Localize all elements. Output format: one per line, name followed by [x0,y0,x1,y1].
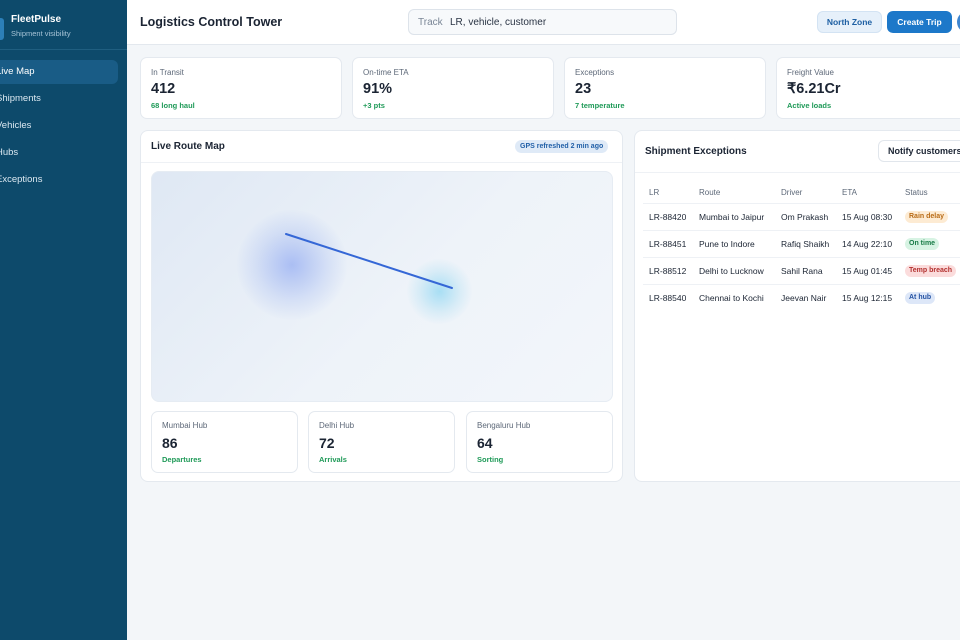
gps-status-badge: GPS refreshed 2 min ago [515,140,609,153]
app-name: FleetPulse [11,14,62,25]
kpi-value: 412 [151,81,176,97]
sidebar-item-shipments[interactable]: Shipments [0,87,118,111]
notify-customers-button[interactable]: Notify customers [878,140,960,162]
cell-driver: Jeevan Nair [781,293,827,303]
cell-route: Delhi to Lucknow [699,266,764,276]
hub-label: Mumbai Hub [162,421,208,430]
column-header-driver[interactable]: Driver [781,188,802,197]
cell-route: Pune to Indore [699,239,755,249]
cell-route: Chennai to Kochi [699,293,764,303]
map-card-title: Live Route Map [151,141,225,152]
route-line[interactable] [285,233,453,289]
table-row[interactable]: LR-88420 Mumbai to Jaipur Om Prakash 15 … [643,203,960,230]
cell-eta: 15 Aug 08:30 [842,212,893,222]
route-overlay [285,233,453,289]
status-badge: At hub [905,292,936,304]
kpi-value: 91% [363,81,393,97]
cell-lr: LR-88512 [649,266,687,276]
kpi-subtext: 7 temperature [575,101,625,110]
cell-route: Mumbai to Jaipur [699,212,765,222]
hub-value: 72 [319,435,335,451]
top-bar: Logistics Control Tower Track North Zone… [127,0,960,45]
hub-card-mumbai[interactable]: Mumbai Hub 86 Departures [151,411,298,473]
hub-subtext: Departures [162,455,202,464]
app-subtitle: Shipment visibility [11,29,71,38]
table-row[interactable]: LR-88512 Delhi to Lucknow Sahil Rana 15 … [643,257,960,284]
cell-driver: Sahil Rana [781,266,823,276]
zone-selector-button[interactable]: North Zone [817,11,882,33]
kpi-card-in-transit: In Transit 412 68 long haul [140,57,342,119]
live-route-map-card: Live Route Map GPS refreshed 2 min ago M… [140,130,623,482]
hub-subtext: Sorting [477,455,504,464]
cell-eta: 15 Aug 01:45 [842,266,893,276]
status-badge: On time [905,238,940,250]
card-divider [141,162,622,163]
kpi-card-exceptions: Exceptions 23 7 temperature [564,57,766,119]
cell-eta: 15 Aug 12:15 [842,293,893,303]
search-input[interactable] [450,14,670,31]
create-trip-button[interactable]: Create Trip [887,11,952,33]
hub-card-bengaluru[interactable]: Bengaluru Hub 64 Sorting [466,411,613,473]
exceptions-card-title: Shipment Exceptions [645,146,747,157]
hub-card-delhi[interactable]: Delhi Hub 72 Arrivals [308,411,455,473]
logo-icon [0,18,4,40]
sidebar-item-live-map[interactable]: Live Map [0,60,118,84]
page-title: Logistics Control Tower [140,15,283,29]
cell-lr: LR-88540 [649,293,687,303]
route-map[interactable] [151,171,613,402]
kpi-card-freight-value: Freight Value ₹6.21Cr Active loads [776,57,960,119]
shipment-exceptions-card: Shipment Exceptions Notify customers LR … [634,130,960,482]
hub-label: Delhi Hub [319,421,355,430]
kpi-value: ₹6.21Cr [787,81,841,97]
kpi-value: 23 [575,81,592,97]
status-badge: Rain delay [905,211,949,223]
cell-lr: LR-88451 [649,239,687,249]
table-row[interactable]: LR-88451 Pune to Indore Rafiq Shaikh 14 … [643,230,960,257]
hub-label: Bengaluru Hub [477,421,531,430]
kpi-subtext: 68 long haul [151,101,195,110]
column-header-route[interactable]: Route [699,188,720,197]
search-box[interactable]: Track [408,9,677,35]
hub-subtext: Arrivals [319,455,347,464]
sidebar-nav: Live Map Shipments Vehicles Hubs Excepti… [0,60,127,195]
sidebar-item-exceptions[interactable]: Exceptions [0,168,118,192]
brand: FleetPulse Shipment visibility [0,8,127,48]
sidebar-item-hubs[interactable]: Hubs [0,141,118,165]
cell-eta: 14 Aug 22:10 [842,239,893,249]
kpi-subtext: Active loads [787,101,832,110]
column-header-eta[interactable]: ETA [842,188,857,197]
hub-value: 86 [162,435,178,451]
kpi-label: Exceptions [575,68,615,77]
status-badge: Temp breach [905,265,957,277]
sidebar-divider [0,49,127,50]
card-divider [635,172,960,173]
column-header-lr[interactable]: LR [649,188,659,197]
sidebar: FleetPulse Shipment visibility Live Map … [0,0,127,640]
cell-driver: Om Prakash [781,212,829,222]
kpi-label: On-time ETA [363,68,409,77]
hub-value: 64 [477,435,493,451]
cell-driver: Rafiq Shaikh [781,239,830,249]
column-header-status[interactable]: Status [905,188,928,197]
sidebar-item-vehicles[interactable]: Vehicles [0,114,118,138]
kpi-subtext: +3 pts [363,101,385,110]
table-row[interactable]: LR-88540 Chennai to Kochi Jeevan Nair 15… [643,284,960,311]
cell-lr: LR-88420 [649,212,687,222]
kpi-label: In Transit [151,68,184,77]
kpi-card-on-time-eta: On-time ETA 91% +3 pts [352,57,554,119]
kpi-label: Freight Value [787,68,834,77]
search-prefix-label: Track [418,17,443,28]
